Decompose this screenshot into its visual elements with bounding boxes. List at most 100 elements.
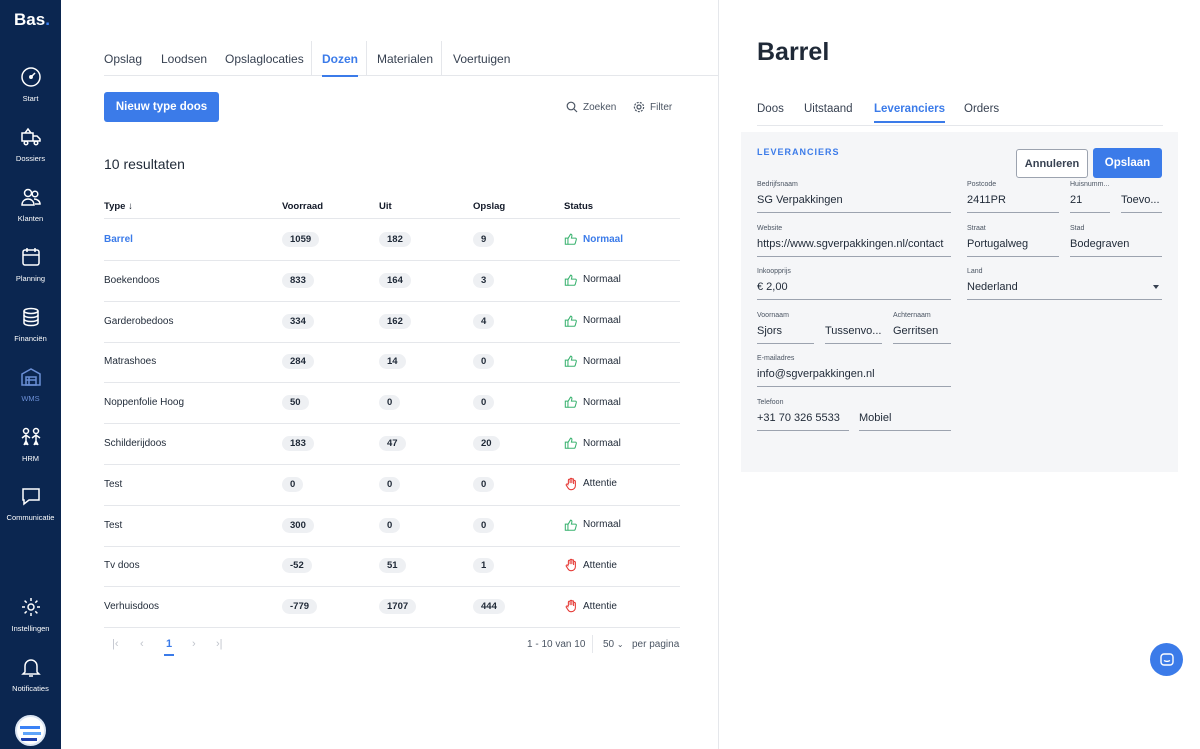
phone-field[interactable]: Telefoon +31 70 326 5533 <box>757 399 849 431</box>
cell-voorraad: 284 <box>282 354 314 370</box>
cell-uit: 164 <box>379 272 411 288</box>
search-label: Zoeken <box>583 101 617 113</box>
filter-button[interactable]: Filter <box>633 101 672 113</box>
tab-orders[interactable]: Orders <box>964 103 999 115</box>
first-name-field[interactable]: Voornaam Sjors <box>757 312 814 344</box>
supplier-form: LEVERANCIERS Annuleren Opslaan Bedrijfsn… <box>741 132 1178 472</box>
sidebar-item-wms[interactable]: WMS <box>0 363 61 419</box>
sidebar-item-label: Instellingen <box>11 624 50 633</box>
thumbs-up-icon <box>564 315 577 327</box>
status-badge: Normaal <box>564 436 621 450</box>
stop-hand-icon <box>565 599 576 613</box>
infix-field[interactable]: Tussenvo... <box>825 312 882 344</box>
sidebar-item-instellingen[interactable]: Instellingen <box>0 593 61 649</box>
email-field[interactable]: E-mailadres info@sgverpakkingen.nl <box>757 355 951 387</box>
field-value: Bodegraven <box>1070 238 1130 250</box>
per-page-label: per pagina <box>632 639 680 650</box>
sidebar-item-klanten[interactable]: Klanten <box>0 183 61 239</box>
table-row[interactable]: Test 0 0 0 Attentie <box>104 465 680 506</box>
tab-uitstaand[interactable]: Uitstaand <box>804 103 853 115</box>
sidebar-item-dossiers[interactable]: Dossiers <box>0 123 61 179</box>
sidebar-item-start[interactable]: Start <box>0 63 61 119</box>
cell-type[interactable]: Barrel <box>104 234 133 245</box>
cell-uit: 51 <box>379 558 406 574</box>
table-row[interactable]: Verhuisdoos -779 1707 444 Attentie <box>104 587 680 629</box>
thumbs-up-icon <box>564 519 577 531</box>
table-row[interactable]: Tv doos -52 51 1 Attentie <box>104 546 680 588</box>
table-row[interactable]: Barrel 1059 182 9 Normaal <box>104 220 680 261</box>
city-field[interactable]: Stad Bodegraven <box>1070 225 1162 257</box>
prev-page-icon[interactable]: ‹ <box>140 638 144 650</box>
field-label: Telefoon <box>757 399 784 406</box>
tab-materialen[interactable]: Materialen <box>377 52 433 66</box>
table-row[interactable]: Matrashoes 284 14 0 Normaal <box>104 342 680 384</box>
table-row[interactable]: Test 300 0 0 Normaal <box>104 506 680 547</box>
last-name-field[interactable]: Achternaam Gerritsen <box>893 312 951 344</box>
tab-opslag[interactable]: Opslag <box>104 52 142 66</box>
website-field[interactable]: Website https://www.sgverpakkingen.nl/co… <box>757 225 951 257</box>
tab-leveranciers[interactable]: Leveranciers <box>874 103 945 123</box>
field-value: 2411PR <box>967 194 1006 206</box>
cell-opslag: 0 <box>473 354 495 370</box>
tab-dozen[interactable]: Dozen <box>322 52 358 77</box>
column-header-opslag[interactable]: Opslag <box>473 201 505 212</box>
per-page-select[interactable]: 50 ⌄ <box>603 639 624 650</box>
country-select[interactable]: Land Nederland <box>967 268 1162 300</box>
next-page-icon[interactable]: › <box>192 638 196 650</box>
status-badge: Attentie <box>564 558 617 572</box>
cell-type: Test <box>104 478 123 490</box>
purchase-price-field[interactable]: Inkoopprijs € 2,00 <box>757 268 951 300</box>
table-row[interactable]: Garderobedoos 334 162 4 Normaal <box>104 302 680 343</box>
table-row[interactable]: Boekendoos 833 164 3 Normaal <box>104 261 680 302</box>
sidebar-item-hrm[interactable]: HRM <box>0 423 61 479</box>
new-box-type-button[interactable]: Nieuw type doos <box>104 92 219 122</box>
field-label: Postcode <box>967 181 997 188</box>
field-label: Huisnumm... <box>1070 181 1110 188</box>
results-count: 10 resultaten <box>104 156 185 172</box>
field-label: Voornaam <box>757 312 789 319</box>
table-row[interactable]: Noppenfolie Hoog 50 0 0 Normaal <box>104 383 680 425</box>
cell-opslag: 20 <box>473 436 500 451</box>
search-button[interactable]: Zoeken <box>566 101 616 113</box>
cell-uit: 47 <box>379 436 406 451</box>
cell-opslag: 1 <box>473 558 495 574</box>
save-button[interactable]: Opslaan <box>1093 148 1162 178</box>
cell-voorraad: 300 <box>282 517 314 533</box>
field-value: Portugalweg <box>967 238 1029 250</box>
column-header-status[interactable]: Status <box>564 201 593 212</box>
tab-doos[interactable]: Doos <box>757 103 784 115</box>
column-header-voorraad[interactable]: Voorraad <box>282 201 323 212</box>
table-row[interactable]: Schilderijdoos 183 47 20 Normaal <box>104 424 680 465</box>
cell-uit: 14 <box>379 354 406 370</box>
sidebar-item-financien[interactable]: Financiën <box>0 303 61 359</box>
first-page-icon[interactable]: |‹ <box>112 638 119 650</box>
brand-logo[interactable]: Bas. <box>14 10 50 30</box>
status-badge: Attentie <box>564 599 617 613</box>
sidebar-item-communicatie[interactable]: Communicatie <box>0 482 61 538</box>
user-avatar[interactable] <box>15 715 46 746</box>
support-chat-button[interactable] <box>1150 643 1183 676</box>
column-header-uit[interactable]: Uit <box>379 201 392 212</box>
sidebar-item-planning[interactable]: Planning <box>0 243 61 299</box>
tab-loodsen[interactable]: Loodsen <box>161 52 207 66</box>
field-label: Bedrijfsnaam <box>757 181 798 188</box>
last-page-icon[interactable]: ›| <box>216 638 223 650</box>
column-label: Type <box>104 201 126 212</box>
tab-voertuigen[interactable]: Voertuigen <box>453 52 510 66</box>
postcode-field[interactable]: Postcode 2411PR <box>967 181 1059 213</box>
bell-icon <box>20 659 41 677</box>
field-value: 21 <box>1070 194 1083 206</box>
house-number-suffix-field[interactable]: Toevo... <box>1121 181 1162 213</box>
house-number-field[interactable]: Huisnumm... 21 <box>1070 181 1110 213</box>
company-name-field[interactable]: Bedrijfsnaam SG Verpakkingen <box>757 181 951 213</box>
column-header-type[interactable]: Type ↓ <box>104 201 133 212</box>
sidebar-item-label: Financiën <box>14 334 47 343</box>
field-value: Gerritsen <box>893 325 939 337</box>
sidebar-item-notificaties[interactable]: Notificaties <box>0 653 61 709</box>
cancel-button[interactable]: Annuleren <box>1016 149 1088 178</box>
street-field[interactable]: Straat Portugalweg <box>967 225 1059 257</box>
status-badge: Attentie <box>564 477 617 491</box>
mobile-field[interactable]: Mobiel <box>859 399 951 431</box>
page-number-current[interactable]: 1 <box>163 638 175 656</box>
tab-opslaglocaties[interactable]: Opslaglocaties <box>225 52 304 66</box>
